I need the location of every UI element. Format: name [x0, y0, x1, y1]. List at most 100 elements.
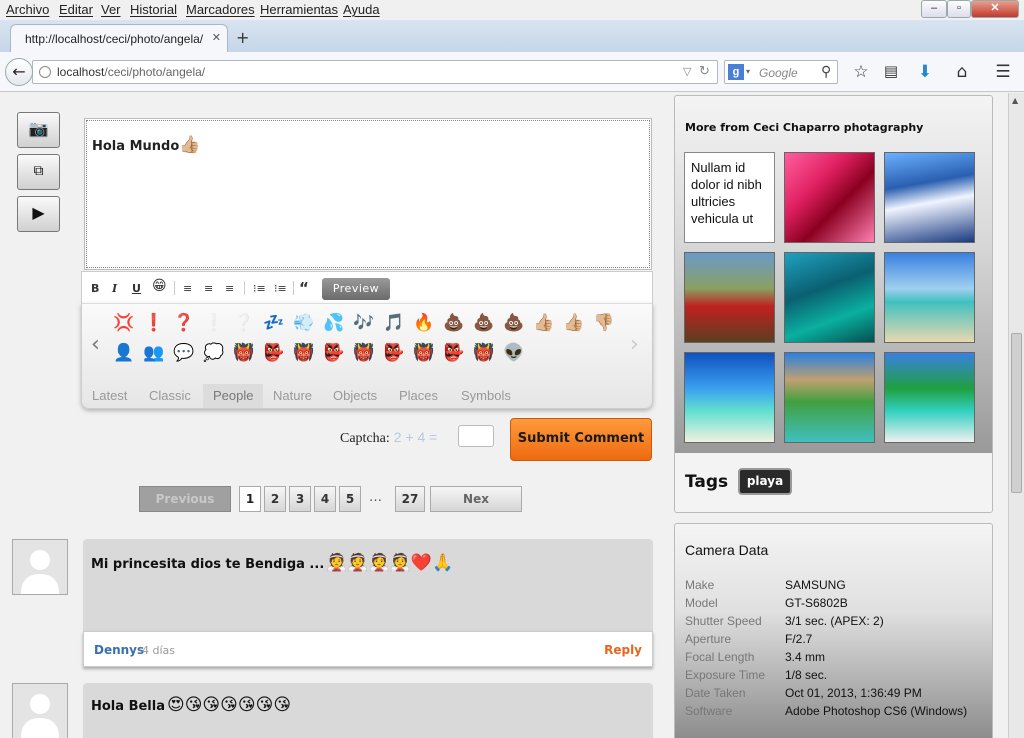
- menu-marcadores[interactable]: Marcadores: [186, 2, 255, 17]
- bookmarks-list-icon[interactable]: ▤: [881, 62, 901, 80]
- emoji-item[interactable]: 💦: [322, 312, 346, 334]
- chevron-right-icon[interactable]: ›: [630, 332, 639, 357]
- reply-link[interactable]: Reply: [604, 643, 642, 657]
- gallery-thumbnail[interactable]: [684, 252, 775, 343]
- emoji-item[interactable]: 👹: [472, 342, 496, 364]
- emoji-item[interactable]: 💬: [172, 342, 196, 364]
- back-button[interactable]: ←: [5, 58, 33, 86]
- emoji-item[interactable]: 👺: [382, 342, 406, 364]
- numbered-list-icon[interactable]: ⁝≡: [274, 282, 287, 295]
- comment-editor[interactable]: Hola Mundo👍🏼: [84, 118, 652, 270]
- avatar[interactable]: [12, 683, 68, 738]
- browser-tab[interactable]: http://localhost/ceci/photo/angela/ ✕: [10, 24, 228, 52]
- emoji-tab-people[interactable]: People: [203, 384, 264, 408]
- menu-hamburger-icon[interactable]: ☰: [993, 62, 1013, 82]
- align-right-icon[interactable]: ≡: [225, 282, 234, 295]
- close-window-button[interactable]: ✕: [971, 0, 1019, 18]
- emoji-item[interactable]: 👍🏼: [532, 312, 556, 334]
- menu-herramientas[interactable]: Herramientas: [260, 2, 338, 17]
- emoji-item[interactable]: 👽: [502, 342, 526, 364]
- emoji-item[interactable]: 🎵: [382, 312, 406, 334]
- pagination-next-button[interactable]: Nex: [430, 486, 522, 512]
- emoji-item[interactable]: 💩: [442, 312, 466, 334]
- emoji-item[interactable]: ❕: [202, 312, 226, 334]
- captcha-input[interactable]: [458, 425, 494, 447]
- page-4-button[interactable]: 4: [314, 486, 336, 512]
- emoji-tab-symbols[interactable]: Symbols: [451, 384, 521, 408]
- underline-button[interactable]: U: [132, 282, 141, 295]
- emoji-picker-icon[interactable]: 😁: [152, 278, 167, 294]
- minimize-button[interactable]: –: [921, 0, 947, 18]
- menu-archivo[interactable]: Archivo: [6, 2, 49, 17]
- emoji-tab-places[interactable]: Places: [389, 384, 448, 408]
- gallery-thumbnail[interactable]: [784, 252, 875, 343]
- dropdown-arrow-icon[interactable]: ▽: [683, 65, 691, 78]
- page-1-button[interactable]: 1: [239, 486, 261, 512]
- emoji-item[interactable]: 💭: [202, 342, 226, 364]
- emoji-item[interactable]: 👍🏼: [562, 312, 586, 334]
- gallery-thumbnail[interactable]: [684, 352, 775, 443]
- emoji-item[interactable]: 👹: [292, 342, 316, 364]
- home-icon[interactable]: ⌂: [952, 62, 972, 82]
- download-icon[interactable]: ⬇: [915, 62, 935, 82]
- scroll-up-icon[interactable]: ▲: [1012, 96, 1018, 105]
- page-2-button[interactable]: 2: [264, 486, 286, 512]
- close-tab-icon[interactable]: ✕: [212, 31, 221, 44]
- emoji-item[interactable]: 🎶: [352, 312, 376, 334]
- bullet-list-icon[interactable]: ⁝≡: [253, 282, 266, 295]
- gallery-thumbnail[interactable]: [884, 152, 975, 243]
- emoji-item[interactable]: 👹: [412, 342, 436, 364]
- comment-author-link[interactable]: Dennys: [94, 643, 144, 657]
- emoji-item[interactable]: 👺: [262, 342, 286, 364]
- pagination-previous-button[interactable]: Previous: [139, 486, 231, 512]
- preview-button[interactable]: Preview: [322, 278, 390, 300]
- gallery-thumbnail[interactable]: [884, 252, 975, 343]
- bookmark-star-icon[interactable]: ☆: [851, 62, 871, 82]
- menu-ver[interactable]: Ver: [101, 2, 121, 17]
- search-box[interactable]: g ▾ Google ⚲: [724, 60, 838, 84]
- quote-icon[interactable]: “: [299, 279, 309, 297]
- italic-button[interactable]: I: [112, 282, 117, 295]
- reload-icon[interactable]: ↻: [699, 63, 710, 79]
- menu-historial[interactable]: Historial: [130, 2, 177, 17]
- chevron-left-icon[interactable]: ‹: [91, 332, 100, 357]
- url-bar[interactable]: localhost/ceci/photo/angela/ ▽ ↻: [32, 60, 718, 84]
- gallery-text-thumbnail[interactable]: Nullam id dolor id nibh ultricies vehicu…: [684, 152, 775, 243]
- emoji-item[interactable]: 👎🏼: [592, 312, 616, 334]
- tag-playa[interactable]: playa: [738, 468, 792, 495]
- emoji-item[interactable]: ❗: [142, 312, 166, 334]
- camera-button[interactable]: 📷: [17, 112, 60, 148]
- scrollbar-thumb[interactable]: [1011, 333, 1022, 493]
- gallery-thumbnail[interactable]: [784, 152, 875, 243]
- emoji-item[interactable]: ❔: [232, 312, 256, 334]
- emoji-item[interactable]: 💩: [502, 312, 526, 334]
- maximize-button[interactable]: ▫: [947, 0, 971, 18]
- submit-comment-button[interactable]: Submit Comment: [510, 418, 652, 461]
- align-center-icon[interactable]: ≡: [204, 282, 213, 295]
- emoji-item[interactable]: 💨: [292, 312, 316, 334]
- emoji-tab-nature[interactable]: Nature: [263, 384, 322, 408]
- emoji-item[interactable]: 💩: [472, 312, 496, 334]
- page-27-button[interactable]: 27: [395, 486, 425, 512]
- search-engine-dropdown-icon[interactable]: ▾: [746, 67, 750, 76]
- emoji-item[interactable]: 👺: [322, 342, 346, 364]
- emoji-item[interactable]: 👥: [142, 342, 166, 364]
- page-5-button[interactable]: 5: [339, 486, 361, 512]
- bold-button[interactable]: B: [91, 282, 99, 295]
- emoji-item[interactable]: 💢: [112, 312, 136, 334]
- emoji-item[interactable]: 👹: [232, 342, 256, 364]
- emoji-item[interactable]: 👤: [112, 342, 136, 364]
- play-button[interactable]: ▶: [17, 196, 60, 232]
- emoji-item[interactable]: 👺: [442, 342, 466, 364]
- align-left-icon[interactable]: ≡: [183, 282, 192, 295]
- external-link-button[interactable]: ⧉: [17, 154, 60, 190]
- page-3-button[interactable]: 3: [289, 486, 311, 512]
- emoji-tab-objects[interactable]: Objects: [323, 384, 387, 408]
- emoji-item[interactable]: 💤: [262, 312, 286, 334]
- emoji-item[interactable]: 🔥: [412, 312, 436, 334]
- avatar[interactable]: [12, 539, 68, 595]
- emoji-item[interactable]: 👹: [352, 342, 376, 364]
- emoji-tab-latest[interactable]: Latest: [82, 384, 137, 408]
- gallery-thumbnail[interactable]: [784, 352, 875, 443]
- gallery-thumbnail[interactable]: [884, 352, 975, 443]
